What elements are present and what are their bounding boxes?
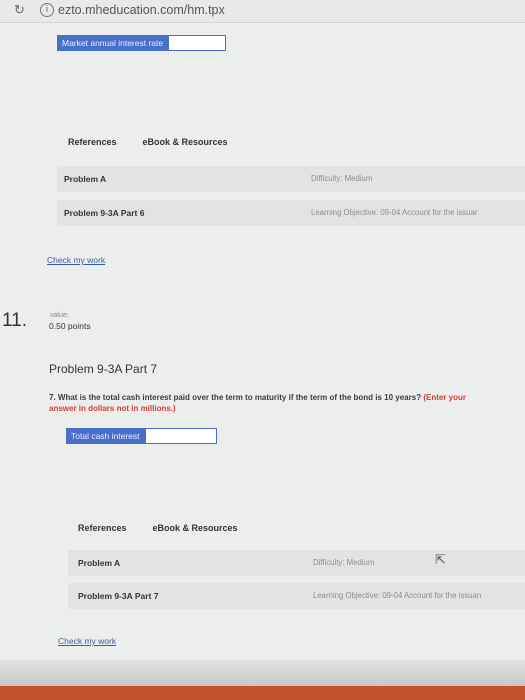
row-problem-meta: Difficulty: Medium: [313, 558, 375, 567]
row-problem-name: Problem A: [78, 558, 121, 568]
tab-ebook-resources[interactable]: eBook & Resources: [153, 523, 238, 533]
prev-check-my-work-link[interactable]: Check my work: [47, 255, 105, 265]
row-part: Problem 9-3A Part 7 Learning Objective: …: [68, 583, 525, 609]
prev-row-part-meta: Learning Objective: 09-04 Account for th…: [311, 208, 478, 217]
question-prompt: 7. What is the total cash interest paid …: [49, 392, 489, 414]
tab-ebook-resources[interactable]: eBook & Resources: [143, 137, 228, 147]
problem-heading: Problem 9-3A Part 7: [49, 362, 158, 376]
footer-bar: [0, 686, 525, 700]
points-value: 0.50 points: [49, 321, 91, 331]
market-rate-input[interactable]: [168, 35, 227, 51]
tab-references[interactable]: References: [78, 523, 127, 533]
row-problem: Problem A Difficulty: Medium: [68, 550, 525, 576]
prev-row-part-name: Problem 9-3A Part 6: [64, 208, 145, 218]
browser-address-bar: ↻ i ezto.mheducation.com/hm.tpx: [0, 0, 525, 23]
question-text: 7. What is the total cash interest paid …: [49, 393, 422, 402]
market-rate-field: Market annual interest rate: [57, 35, 227, 51]
row-part-meta: Learning Objective: 09-04 Account for th…: [313, 591, 482, 600]
total-cash-interest-field: Total cash interest: [66, 428, 217, 444]
prev-row-problem-name: Problem A: [64, 174, 107, 184]
prev-reference-tabs: References eBook & Resources: [68, 137, 228, 147]
info-icon[interactable]: i: [40, 3, 54, 17]
total-cash-interest-input[interactable]: [144, 428, 217, 444]
value-label: value:: [50, 312, 69, 319]
reference-tabs: References eBook & Resources: [78, 523, 238, 533]
url-text[interactable]: ezto.mheducation.com/hm.tpx: [58, 3, 225, 17]
tab-references[interactable]: References: [68, 137, 117, 147]
page-bottom-shadow: [0, 660, 525, 686]
check-my-work-link[interactable]: Check my work: [58, 636, 116, 646]
total-cash-interest-label: Total cash interest: [66, 428, 145, 444]
prev-row-part: Problem 9-3A Part 6 Learning Objective: …: [57, 200, 525, 226]
reload-icon[interactable]: ↻: [14, 2, 25, 18]
market-rate-label: Market annual interest rate: [57, 35, 169, 51]
prev-row-problem: Problem A Difficulty: Medium: [57, 166, 525, 192]
mouse-cursor-icon: ⇱: [435, 553, 446, 568]
row-part-name: Problem 9-3A Part 7: [78, 591, 159, 601]
question-number: 11.: [2, 310, 28, 331]
prev-row-problem-meta: Difficulty: Medium: [311, 174, 373, 183]
